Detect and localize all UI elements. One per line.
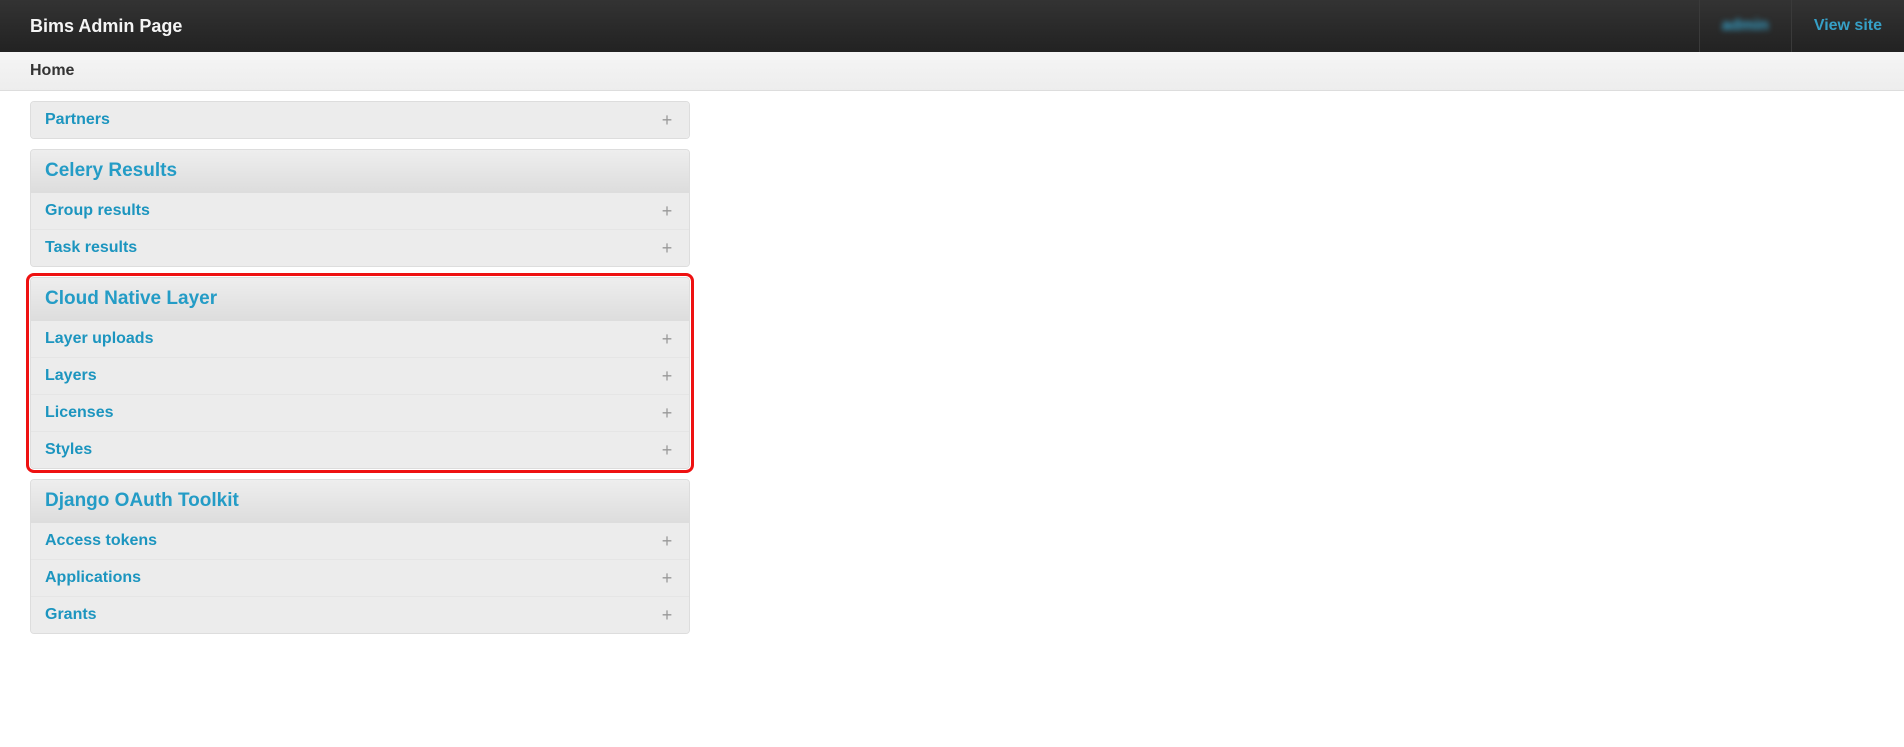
model-link-layer-uploads[interactable]: Layer uploads [45, 330, 153, 348]
model-link-partners[interactable]: Partners [45, 111, 110, 129]
navbar-right: admin View site [1699, 0, 1904, 52]
breadcrumb-current: Home [30, 62, 74, 79]
model-link-layers[interactable]: Layers [45, 367, 97, 385]
breadcrumb: Home [0, 52, 1904, 91]
add-icon[interactable]: + [659, 367, 675, 385]
model-link-applications[interactable]: Applications [45, 569, 141, 587]
model-row-licenses: Licenses + [31, 394, 689, 431]
module-caption: Django OAuth Toolkit [31, 480, 689, 522]
model-row-group-results: Group results + [31, 192, 689, 229]
navbar: Bims Admin Page admin View site [0, 0, 1904, 52]
model-link-access-tokens[interactable]: Access tokens [45, 532, 157, 550]
model-row-applications: Applications + [31, 559, 689, 596]
user-name: admin [1722, 17, 1769, 35]
model-link-styles[interactable]: Styles [45, 441, 92, 459]
model-row-task-results: Task results + [31, 229, 689, 266]
user-menu[interactable]: admin [1700, 0, 1791, 52]
model-link-licenses[interactable]: Licenses [45, 404, 113, 422]
module-celery-results: Celery Results Group results + Task resu… [30, 149, 690, 267]
add-icon[interactable]: + [659, 569, 675, 587]
add-icon[interactable]: + [659, 404, 675, 422]
module-cloud-native-layer: Cloud Native Layer Layer uploads + Layer… [30, 277, 690, 469]
model-link-task-results[interactable]: Task results [45, 239, 137, 257]
add-icon[interactable]: + [659, 532, 675, 550]
module-django-oauth-toolkit: Django OAuth Toolkit Access tokens + App… [30, 479, 690, 634]
brand-title: Bims Admin Page [0, 16, 182, 37]
model-row-styles: Styles + [31, 431, 689, 468]
add-icon[interactable]: + [659, 441, 675, 459]
add-icon[interactable]: + [659, 202, 675, 220]
model-row-layers: Layers + [31, 357, 689, 394]
module-list: Partners + Celery Results Group results … [30, 101, 690, 634]
model-row-grants: Grants + [31, 596, 689, 633]
model-row-partners: Partners + [31, 102, 689, 138]
content-area: Partners + Celery Results Group results … [0, 101, 1904, 654]
model-link-grants[interactable]: Grants [45, 606, 97, 624]
module-caption: Cloud Native Layer [31, 278, 689, 320]
add-icon[interactable]: + [659, 111, 675, 129]
model-row-access-tokens: Access tokens + [31, 522, 689, 559]
add-icon[interactable]: + [659, 606, 675, 624]
view-site-link[interactable]: View site [1792, 0, 1904, 52]
module-previous: Partners + [30, 101, 690, 139]
add-icon[interactable]: + [659, 239, 675, 257]
model-row-layer-uploads: Layer uploads + [31, 320, 689, 357]
add-icon[interactable]: + [659, 330, 675, 348]
module-caption: Celery Results [31, 150, 689, 192]
model-link-group-results[interactable]: Group results [45, 202, 150, 220]
